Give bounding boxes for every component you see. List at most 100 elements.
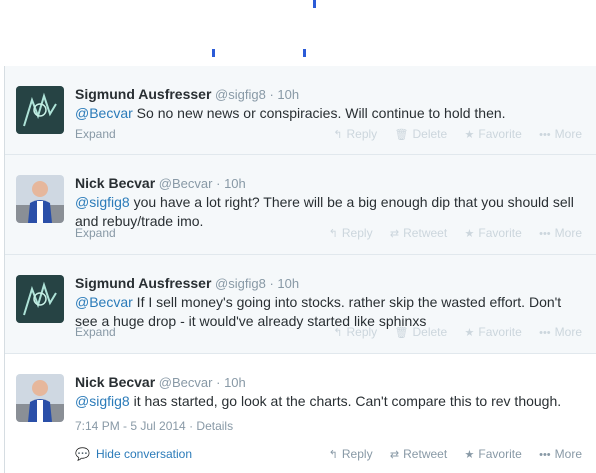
tweet-header: Sigmund Ausfresser @sigfig8 · 10h	[75, 86, 299, 103]
more-label: More	[554, 325, 582, 339]
tweet-focused[interactable]: Nick Becvar @Becvar · 10h @sigfig8 it ha…	[5, 353, 596, 473]
trash-icon: 🗑	[394, 129, 409, 141]
tweet-actions: ↰ Reply ⇄ Retweet ★ Favorite ••• More	[315, 226, 582, 240]
expand-link[interactable]: Expand	[75, 226, 116, 240]
full-timestamp[interactable]: 7:14 PM - 5 Jul 2014	[75, 419, 186, 433]
separator: ·	[216, 176, 221, 191]
reply-label: Reply	[341, 447, 373, 461]
timestamp-link[interactable]: 10h	[224, 375, 246, 390]
hide-conversation-link[interactable]: 💬 Hide conversation	[75, 447, 192, 461]
separator: ·	[269, 276, 274, 291]
delete-label: Delete	[412, 127, 448, 141]
star-icon: ★	[464, 129, 475, 141]
retweet-label: Retweet	[403, 226, 448, 240]
reply-label: Reply	[346, 127, 378, 141]
fullname[interactable]: Nick Becvar	[75, 374, 155, 390]
tweet-meta: 7:14 PM - 5 Jul 2014 · Details	[75, 419, 233, 433]
favorite-button[interactable]: ★ Favorite	[465, 325, 522, 339]
favorite-button[interactable]: ★ Favorite	[465, 127, 522, 141]
fullname[interactable]: Sigmund Ausfresser	[75, 86, 211, 102]
favorite-label: Favorite	[478, 447, 522, 461]
more-button[interactable]: ••• More	[539, 127, 582, 141]
tweet[interactable]: Sigmund Ausfresser @sigfig8 · 10h @Becva…	[5, 66, 596, 154]
expand-link[interactable]: Expand	[75, 325, 116, 339]
mention-link[interactable]: @Becvar	[75, 105, 133, 121]
username[interactable]: @Becvar	[159, 375, 213, 390]
tweet-text: @sigfig8 it has started, go look at the …	[75, 392, 580, 411]
more-dots-icon: •••	[539, 449, 551, 461]
favorite-button[interactable]: ★ Favorite	[465, 226, 522, 240]
more-button[interactable]: ••• More	[539, 447, 582, 461]
tweet-header: Sigmund Ausfresser @sigfig8 · 10h	[75, 275, 299, 292]
reply-label: Reply	[346, 325, 378, 339]
avatar[interactable]	[16, 275, 64, 323]
delete-button[interactable]: 🗑 Delete	[395, 325, 448, 339]
reply-icon: ↰	[333, 129, 343, 141]
top-area	[0, 0, 596, 66]
reply-button[interactable]: ↰ Reply	[333, 325, 377, 339]
star-icon: ★	[464, 449, 475, 461]
username[interactable]: @sigfig8	[215, 87, 266, 102]
mention-link[interactable]: @Becvar	[75, 294, 133, 310]
trash-icon: 🗑	[394, 327, 409, 339]
retweet-button[interactable]: ⇄ Retweet	[390, 226, 447, 240]
username[interactable]: @sigfig8	[215, 276, 266, 291]
tweet-text: @Becvar So no new news or conspiracies. …	[75, 104, 580, 123]
delete-label: Delete	[412, 325, 448, 339]
blue-tick-mark	[212, 49, 215, 57]
favorite-label: Favorite	[478, 325, 522, 339]
more-label: More	[554, 127, 582, 141]
star-icon: ★	[464, 228, 475, 240]
fullname[interactable]: Nick Becvar	[75, 175, 155, 191]
mention-link[interactable]: @sigfig8	[75, 393, 130, 409]
expand-link[interactable]: Expand	[75, 127, 116, 141]
tweet-header: Nick Becvar @Becvar · 10h	[75, 374, 246, 391]
blue-tick-mark	[303, 49, 306, 57]
retweet-icon: ⇄	[389, 228, 400, 240]
avatar[interactable]	[16, 374, 64, 422]
conversation-icon: 💬	[75, 447, 90, 461]
avatar[interactable]	[16, 175, 64, 223]
conversation-timeline: Sigmund Ausfresser @sigfig8 · 10h @Becva…	[4, 66, 596, 473]
favorite-label: Favorite	[478, 226, 522, 240]
retweet-button[interactable]: ⇄ Retweet	[390, 447, 447, 461]
reply-icon: ↰	[333, 327, 343, 339]
reply-icon: ↰	[328, 449, 338, 461]
reply-label: Reply	[341, 226, 373, 240]
favorite-label: Favorite	[478, 127, 522, 141]
more-dots-icon: •••	[539, 327, 551, 339]
more-dots-icon: •••	[539, 228, 551, 240]
separator: ·	[216, 375, 221, 390]
retweet-icon: ⇄	[389, 449, 400, 461]
tweet-actions: ↰ Reply 🗑 Delete ★ Favorite ••• More	[319, 127, 582, 141]
tweet-body: If I sell money's going into stocks. rat…	[75, 294, 562, 329]
tweet[interactable]: Sigmund Ausfresser @sigfig8 · 10h @Becva…	[5, 254, 596, 353]
favorite-button[interactable]: ★ Favorite	[465, 447, 522, 461]
tweet-header: Nick Becvar @Becvar · 10h	[75, 175, 246, 192]
more-label: More	[554, 447, 582, 461]
tweet[interactable]: Nick Becvar @Becvar · 10h @sigfig8 you h…	[5, 154, 596, 254]
avatar[interactable]	[16, 86, 64, 134]
separator: ·	[189, 419, 194, 433]
more-button[interactable]: ••• More	[539, 325, 582, 339]
username[interactable]: @Becvar	[159, 176, 213, 191]
tweet-body: you have a lot right? There will be a bi…	[75, 194, 574, 229]
reply-icon: ↰	[328, 228, 338, 240]
tweet-actions: ↰ Reply 🗑 Delete ★ Favorite ••• More	[319, 325, 582, 339]
tweet-body: it has started, go look at the charts. C…	[129, 393, 562, 409]
more-button[interactable]: ••• More	[539, 226, 582, 240]
more-label: More	[554, 226, 582, 240]
delete-button[interactable]: 🗑 Delete	[395, 127, 448, 141]
details-link[interactable]: Details	[196, 419, 233, 433]
timestamp-link[interactable]: 10h	[224, 176, 246, 191]
reply-button[interactable]: ↰ Reply	[329, 226, 373, 240]
tweet-actions: ↰ Reply ⇄ Retweet ★ Favorite ••• More	[315, 447, 582, 461]
timestamp-link[interactable]: 10h	[277, 87, 299, 102]
reply-button[interactable]: ↰ Reply	[329, 447, 373, 461]
reply-button[interactable]: ↰ Reply	[333, 127, 377, 141]
blue-tick-mark	[313, 0, 316, 8]
mention-link[interactable]: @sigfig8	[75, 194, 130, 210]
star-icon: ★	[464, 327, 475, 339]
fullname[interactable]: Sigmund Ausfresser	[75, 275, 211, 291]
timestamp-link[interactable]: 10h	[277, 276, 299, 291]
